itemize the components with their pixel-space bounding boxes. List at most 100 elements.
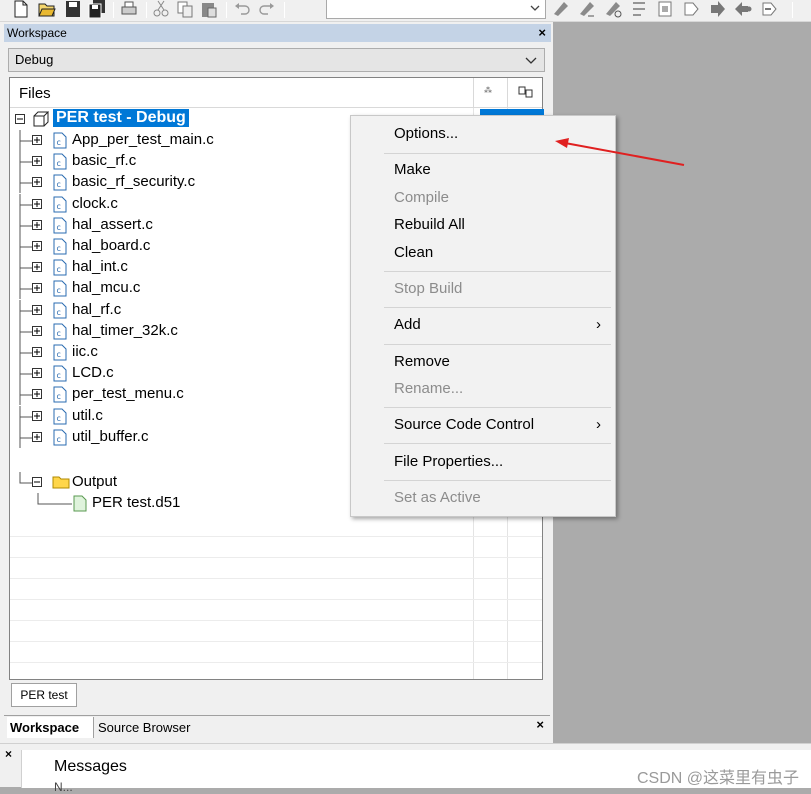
submenu-arrow-icon: › (596, 316, 601, 333)
file-label: hal_mcu.c (72, 279, 141, 296)
tree-connector (19, 472, 33, 484)
context-menu: Options... Make Compile Rebuild All Clea… (350, 115, 616, 517)
redo-icon[interactable] (258, 0, 276, 18)
next-bookmark-icon[interactable] (578, 0, 596, 18)
tree-connector (19, 130, 33, 151)
print-icon[interactable] (120, 0, 138, 18)
menu-item-compile[interactable]: Compile (394, 189, 449, 206)
file-label: basic_rf.c (72, 152, 137, 169)
menu-item-source-code-control[interactable]: Source Code Control (394, 416, 534, 433)
c-file-icon: c (53, 302, 67, 319)
tree-connector (19, 363, 33, 384)
close-icon[interactable]: × (5, 747, 12, 761)
expand-icon[interactable] (32, 135, 42, 145)
tree-connector (19, 300, 33, 321)
expand-icon[interactable] (32, 305, 42, 315)
file-type-column[interactable] (507, 78, 541, 108)
paste-icon[interactable] (200, 0, 218, 18)
tree-connector (19, 384, 33, 405)
close-icon[interactable]: × (538, 24, 546, 42)
files-column-label: Files (19, 85, 51, 102)
open-folder-icon[interactable] (38, 0, 56, 18)
svg-text:c: c (57, 329, 61, 338)
expand-icon[interactable] (32, 283, 42, 293)
tab-source-browser[interactable]: Source Browser (98, 717, 190, 738)
svg-text:c: c (57, 435, 61, 444)
expand-icon[interactable] (32, 199, 42, 209)
expand-icon[interactable] (32, 241, 42, 251)
file-label: hal_rf.c (72, 301, 122, 318)
tree-connector (19, 406, 33, 427)
save-icon[interactable] (64, 0, 82, 18)
replace-icon[interactable] (630, 0, 648, 18)
make-icon[interactable] (708, 0, 726, 18)
menu-item-clean[interactable]: Clean (394, 244, 433, 261)
svg-text:c: c (57, 138, 61, 147)
menu-item-file-properties[interactable]: File Properties... (394, 453, 503, 470)
tab-workspace[interactable]: Workspace (7, 717, 94, 738)
svg-text:c: c (57, 392, 61, 401)
workspace-tabs: Workspace Source Browser × (4, 715, 550, 739)
svg-text:c: c (57, 159, 61, 168)
expand-icon[interactable] (32, 368, 42, 378)
svg-text:c: c (57, 180, 61, 189)
toggle-bookmark-icon[interactable] (552, 0, 570, 18)
menu-item-add[interactable]: Add (394, 316, 421, 333)
cut-icon[interactable] (152, 0, 170, 18)
svg-text:c: c (57, 265, 61, 274)
close-icon[interactable]: × (536, 717, 544, 732)
c-file-icon: c (53, 132, 67, 149)
copy-icon[interactable] (176, 0, 194, 18)
compile-icon[interactable] (682, 0, 700, 18)
file-label: hal_assert.c (72, 216, 153, 233)
menu-item-set-as-active[interactable]: Set as Active (394, 489, 481, 506)
project-tab[interactable]: PER test (11, 683, 77, 707)
file-label: LCD.c (72, 364, 114, 381)
project-icon (33, 111, 49, 127)
c-file-icon: c (53, 196, 67, 213)
build-status-column[interactable]: ⁂ (473, 78, 507, 108)
c-file-icon: c (53, 386, 67, 403)
expand-icon[interactable] (32, 177, 42, 187)
collapse-icon[interactable] (15, 114, 25, 124)
file-label: per_test_menu.c (72, 385, 184, 402)
expand-icon[interactable] (32, 262, 42, 272)
menu-item-rename[interactable]: Rename... (394, 380, 463, 397)
save-all-icon[interactable] (88, 0, 106, 18)
menu-item-rebuild-all[interactable]: Rebuild All (394, 216, 465, 233)
document-icon (73, 495, 87, 512)
debug-icon[interactable] (734, 0, 752, 18)
menu-item-make[interactable]: Make (394, 161, 431, 178)
configuration-select[interactable]: Debug (8, 48, 545, 72)
expand-icon[interactable] (32, 411, 42, 421)
expand-icon[interactable] (32, 347, 42, 357)
svg-text:c: c (57, 244, 61, 253)
submenu-arrow-icon: › (596, 416, 601, 433)
find-combo[interactable] (326, 0, 546, 19)
messages-panel: × Messages N... CSDN @这菜里有虫子 (0, 743, 811, 794)
menu-item-remove[interactable]: Remove (394, 353, 450, 370)
find-icon[interactable] (604, 0, 622, 18)
tree-connector (19, 342, 33, 363)
expand-icon[interactable] (32, 326, 42, 336)
undo-icon[interactable] (233, 0, 251, 18)
tree-connector (19, 257, 33, 278)
c-file-icon: c (53, 280, 67, 297)
expand-icon[interactable] (32, 220, 42, 230)
stop-icon[interactable] (760, 0, 778, 18)
workspace-title-bar: Workspace × (4, 24, 551, 42)
svg-text:c: c (57, 371, 61, 380)
c-file-icon: c (53, 344, 67, 361)
menu-item-stop-build[interactable]: Stop Build (394, 280, 462, 297)
goto-icon[interactable] (656, 0, 674, 18)
svg-text:c: c (57, 202, 61, 211)
collapse-icon[interactable] (32, 477, 42, 487)
svg-text:c: c (57, 350, 61, 359)
expand-icon[interactable] (32, 389, 42, 399)
file-label: util.c (72, 407, 103, 424)
expand-icon[interactable] (32, 432, 42, 442)
menu-item-options[interactable]: Options... (394, 125, 458, 142)
messages-label: Messages (54, 758, 127, 775)
expand-icon[interactable] (32, 156, 42, 166)
new-file-icon[interactable] (12, 0, 30, 18)
